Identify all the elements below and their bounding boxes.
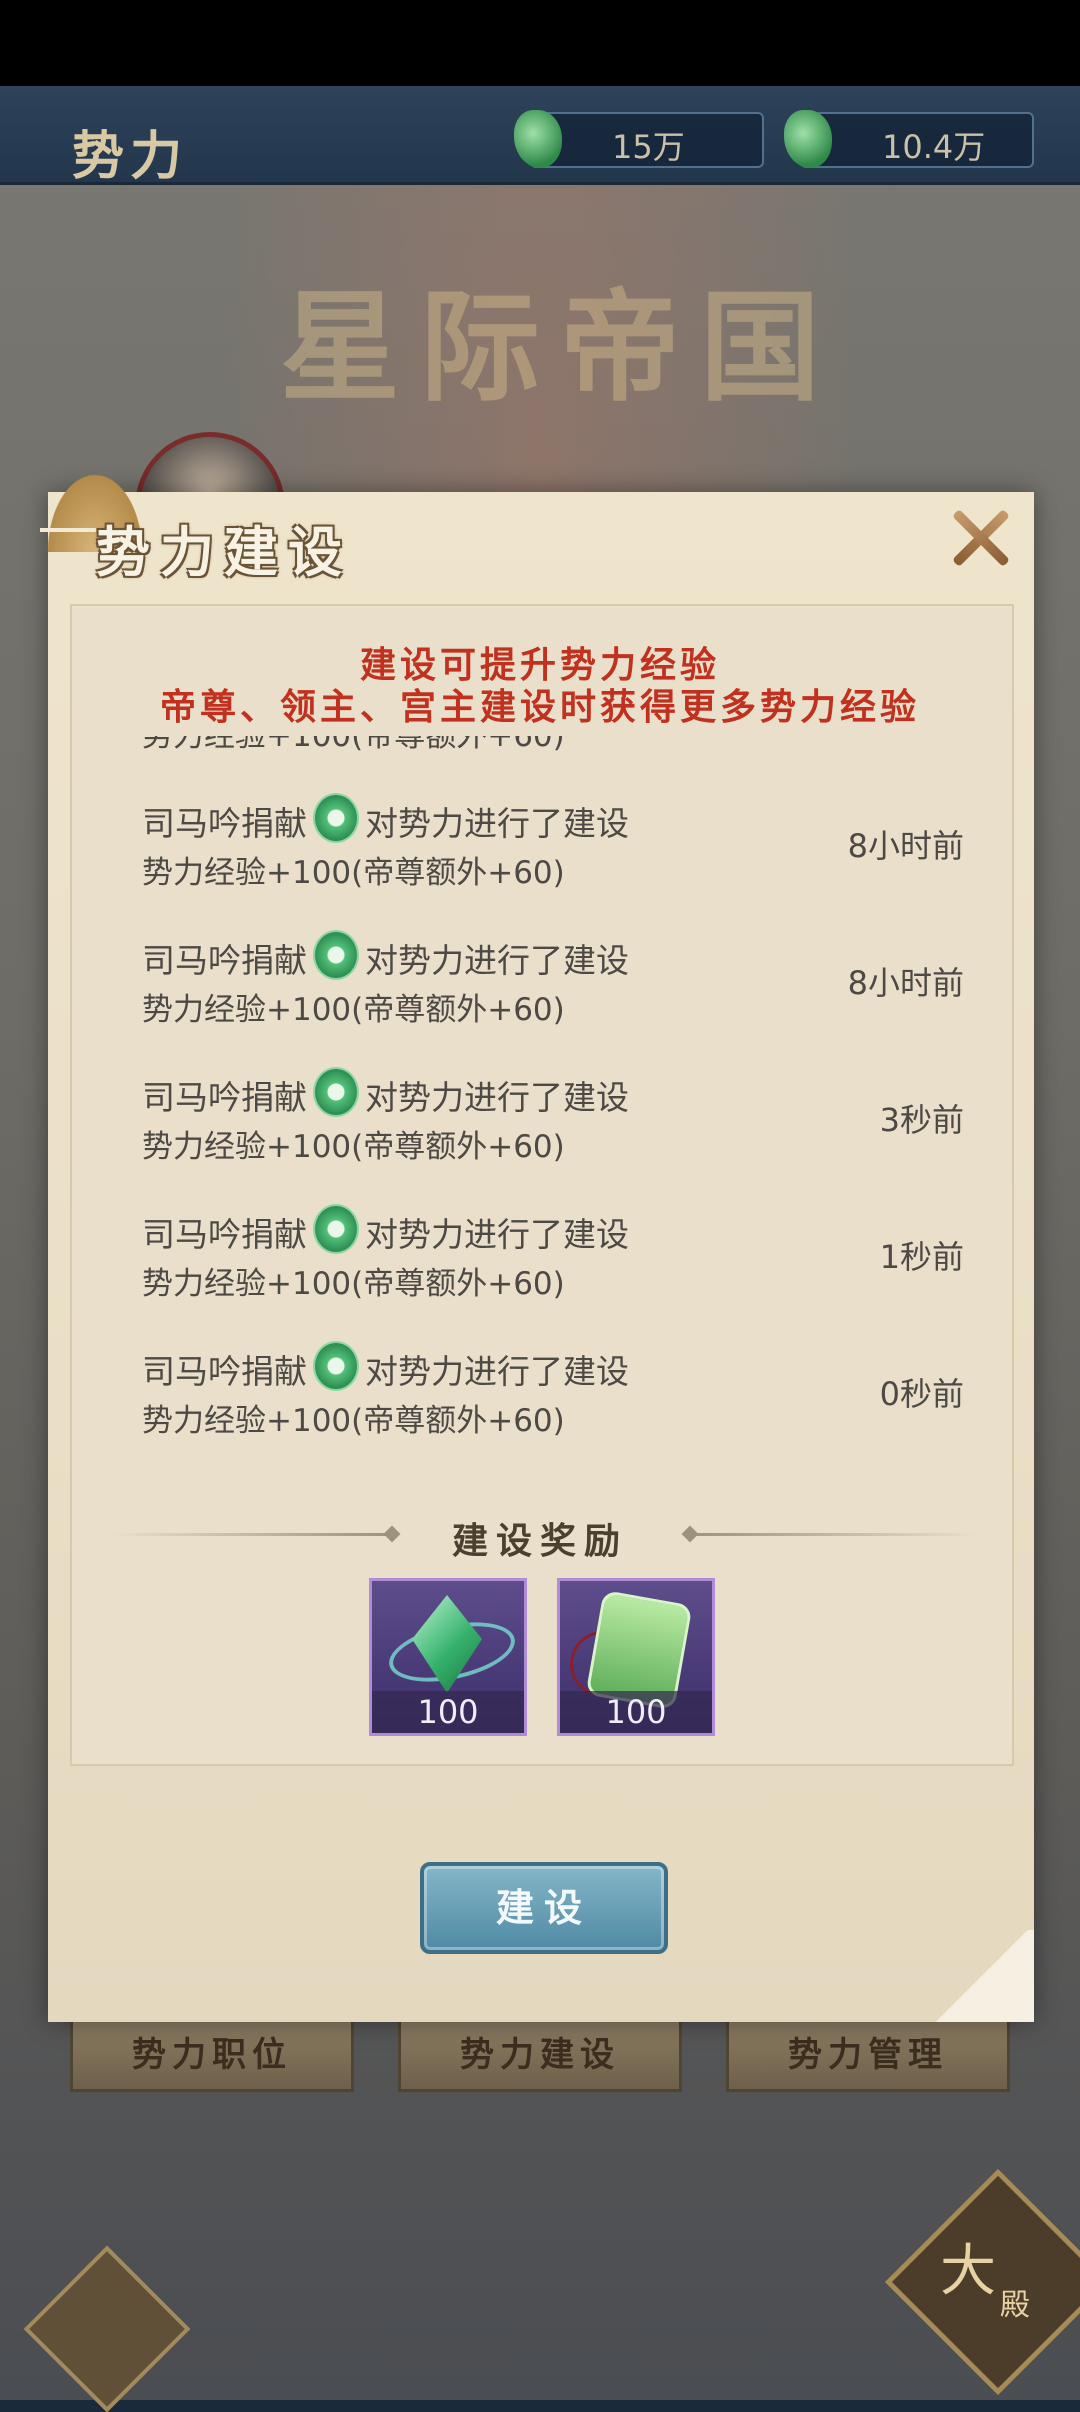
log-actor-text: 司马吟捐献 — [142, 1352, 307, 1391]
list-item: 司马吟捐献 对势力进行了建设 势力经验+100(帝尊额外+60) 8小时前 — [70, 910, 1010, 1047]
notice-line-2: 帝尊、领主、宫主建设时获得更多势力经验 — [159, 686, 920, 728]
currency-value: 10.4万 — [882, 128, 986, 166]
log-action-suffix: 对势力进行了建设 — [365, 1078, 629, 1117]
log-timestamp: 1秒前 — [879, 1238, 964, 1276]
currency-jade-token[interactable]: 15万 — [514, 110, 764, 168]
tab-faction-building[interactable]: 势力建设 — [398, 2018, 682, 2092]
log-action-text: 司马吟捐献 对势力进行了建设 — [142, 793, 629, 845]
log-action-text: 司马吟捐献 对势力进行了建设 — [142, 1067, 629, 1119]
title-ornament — [40, 528, 96, 532]
tab-faction-management[interactable]: 势力管理 — [726, 2018, 1010, 2092]
jade-token-icon — [313, 930, 359, 980]
jade-token-icon — [313, 1341, 359, 1391]
log-timestamp: 8小时前 — [847, 827, 964, 865]
log-reward-text: 势力经验+100(帝尊额外+60) — [142, 1266, 565, 1302]
log-action-suffix: 对势力进行了建设 — [365, 941, 629, 980]
currency-value: 15万 — [612, 128, 685, 166]
reward-item-crystal[interactable]: 100 — [369, 1578, 527, 1736]
build-log-list[interactable]: 势力经验+100(帝尊额外+60) 司马吟捐献 对势力进行了建设 势力经验+100… — [70, 736, 1010, 1472]
log-reward-text: 势力经验+100(帝尊额外+60) — [142, 1129, 565, 1165]
log-actor-text: 司马吟捐献 — [142, 941, 307, 980]
list-item: 司马吟捐献 对势力进行了建设 势力经验+100(帝尊额外+60) 0秒前 — [70, 1321, 1010, 1458]
list-item: 司马吟捐献 对势力进行了建设 势力经验+100(帝尊额外+60) 3秒前 — [70, 1047, 1010, 1184]
list-item: 司马吟捐献 对势力进行了建设 势力经验+100(帝尊额外+60) 8小时前 — [70, 773, 1010, 910]
log-reward-text: 势力经验+100(帝尊额外+60) — [142, 992, 565, 1028]
log-timestamp: 3秒前 — [879, 1101, 964, 1139]
list-item: 司马吟捐献 对势力进行了建设 势力经验+100(帝尊额外+60) 1秒前 — [70, 1184, 1010, 1321]
faction-name: 星际帝国 — [280, 277, 840, 418]
log-reward-text: 势力经验+100(帝尊额外+60) — [142, 1403, 565, 1439]
log-timestamp: 0秒前 — [879, 1375, 964, 1413]
jade-token-icon — [313, 1067, 359, 1117]
log-action-suffix: 对势力进行了建设 — [365, 1352, 629, 1391]
paper-curl-ornament — [930, 1930, 1034, 2022]
divider-right — [690, 1533, 980, 1536]
jade-token-icon — [313, 1204, 359, 1254]
close-button[interactable] — [948, 506, 1012, 570]
log-reward-text: 势力经验+100(帝尊额外+60) — [142, 736, 565, 754]
list-item: 势力经验+100(帝尊额外+60) — [70, 736, 1010, 773]
currency-jade-crystal[interactable]: 10.4万 — [784, 110, 1034, 168]
log-action-suffix: 对势力进行了建设 — [365, 804, 629, 843]
jade-token-icon — [313, 793, 359, 843]
reward-item-token[interactable]: 100 — [557, 1578, 715, 1736]
reward-header: 建设奖励 — [451, 1520, 628, 1562]
reward-count: 100 — [372, 1691, 524, 1733]
main-hall-sublabel: 殿 — [1000, 2288, 1030, 2323]
modal-title: 势力建设 — [96, 520, 352, 584]
log-action-suffix: 对势力进行了建设 — [365, 1215, 629, 1254]
status-bar — [0, 0, 1080, 86]
log-timestamp: 8小时前 — [847, 964, 964, 1002]
log-reward-text: 势力经验+100(帝尊额外+60) — [142, 855, 565, 891]
tab-faction-positions[interactable]: 势力职位 — [70, 2018, 354, 2092]
main-hall-label: 大 — [940, 2239, 996, 2304]
log-action-text: 司马吟捐献 对势力进行了建设 — [142, 930, 629, 982]
reward-count: 100 — [560, 1691, 712, 1733]
log-action-text: 司马吟捐献 对势力进行了建设 — [142, 1204, 629, 1256]
build-button[interactable]: 建设 — [420, 1862, 668, 1954]
page-title: 势力 — [72, 126, 189, 187]
log-action-text: 司马吟捐献 对势力进行了建设 — [142, 1341, 629, 1393]
log-actor-text: 司马吟捐献 — [142, 804, 307, 843]
log-actor-text: 司马吟捐献 — [142, 1078, 307, 1117]
log-actor-text: 司马吟捐献 — [142, 1215, 307, 1254]
